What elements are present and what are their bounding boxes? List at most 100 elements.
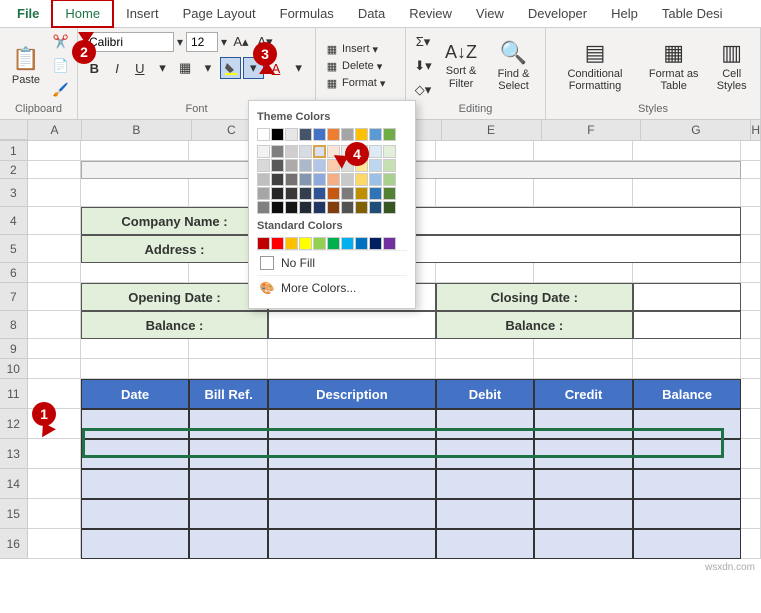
cell[interactable] <box>81 179 189 207</box>
cell[interactable] <box>81 359 189 379</box>
cell[interactable] <box>28 179 81 207</box>
theme-swatch[interactable] <box>285 145 298 158</box>
row-header[interactable]: 5 <box>0 235 28 263</box>
theme-swatch[interactable] <box>271 187 284 200</box>
data-cell[interactable] <box>268 529 436 559</box>
fill-button[interactable]: ⬇▾ <box>412 55 434 77</box>
sort-filter-button[interactable]: A↓Z Sort & Filter <box>438 31 484 101</box>
theme-swatch[interactable] <box>383 145 396 158</box>
cell[interactable] <box>534 339 633 359</box>
data-cell[interactable] <box>436 439 535 469</box>
theme-swatch[interactable] <box>271 201 284 214</box>
theme-swatch[interactable] <box>257 159 270 172</box>
col-balance[interactable]: Balance <box>633 379 741 409</box>
row-header[interactable]: 11 <box>0 379 28 409</box>
data-cell[interactable] <box>633 409 741 439</box>
theme-swatch[interactable] <box>369 173 382 186</box>
data-cell[interactable] <box>268 439 436 469</box>
standard-swatch[interactable] <box>299 237 312 250</box>
cell[interactable] <box>436 339 535 359</box>
col-debit[interactable]: Debit <box>436 379 535 409</box>
cell[interactable] <box>189 339 268 359</box>
cell[interactable] <box>741 141 761 161</box>
tab-page-layout[interactable]: Page Layout <box>171 1 268 26</box>
cell[interactable] <box>436 141 535 161</box>
standard-swatch[interactable] <box>327 237 340 250</box>
opening-label[interactable]: Opening Date : <box>81 283 268 311</box>
theme-swatch[interactable] <box>285 187 298 200</box>
col-H[interactable]: H <box>751 120 761 140</box>
cell[interactable] <box>28 339 81 359</box>
standard-swatch[interactable] <box>313 237 326 250</box>
cell[interactable] <box>28 263 81 283</box>
standard-swatch[interactable] <box>341 237 354 250</box>
data-cell[interactable] <box>436 469 535 499</box>
no-fill-item[interactable]: No Fill <box>257 250 407 275</box>
paste-button[interactable]: 📋 Paste <box>6 31 46 101</box>
address-label[interactable]: Address : <box>81 235 268 263</box>
row-header[interactable]: 13 <box>0 439 28 469</box>
find-select-button[interactable]: 🔍 Find & Select <box>488 31 539 101</box>
cell[interactable] <box>741 499 761 529</box>
data-cell[interactable] <box>436 409 535 439</box>
theme-swatch[interactable] <box>313 145 326 158</box>
theme-swatch[interactable] <box>327 128 340 141</box>
theme-swatch[interactable] <box>313 128 326 141</box>
tab-developer[interactable]: Developer <box>516 1 599 26</box>
data-cell[interactable] <box>534 409 633 439</box>
data-cell[interactable] <box>81 409 189 439</box>
data-cell[interactable] <box>268 499 436 529</box>
increase-font-button[interactable]: A▴ <box>230 31 252 53</box>
borders-dropdown[interactable]: ▾ <box>198 57 219 79</box>
format-as-table-button[interactable]: ▦ Format as Table <box>642 31 705 101</box>
row-header[interactable]: 10 <box>0 359 28 379</box>
theme-swatch[interactable] <box>285 173 298 186</box>
cell[interactable] <box>268 359 436 379</box>
underline-button[interactable]: U <box>129 57 150 79</box>
data-cell[interactable] <box>81 529 189 559</box>
cell[interactable] <box>633 339 741 359</box>
cell[interactable] <box>81 339 189 359</box>
cell[interactable] <box>534 179 633 207</box>
data-cell[interactable] <box>189 499 268 529</box>
tab-review[interactable]: Review <box>397 1 464 26</box>
balance-right-label[interactable]: Balance : <box>436 311 633 339</box>
cell[interactable] <box>741 263 761 283</box>
tab-help[interactable]: Help <box>599 1 650 26</box>
cell[interactable] <box>28 283 81 311</box>
data-cell[interactable] <box>633 529 741 559</box>
theme-swatch[interactable] <box>383 201 396 214</box>
select-all-corner[interactable] <box>0 120 28 140</box>
standard-swatch[interactable] <box>257 237 270 250</box>
font-name-input[interactable] <box>84 32 174 52</box>
row-header[interactable]: 2 <box>0 161 28 179</box>
theme-swatch[interactable] <box>313 159 326 172</box>
theme-swatch[interactable] <box>383 173 396 186</box>
cell-styles-button[interactable]: ▥ Cell Styles <box>709 31 754 101</box>
cell[interactable] <box>28 439 81 469</box>
row-header[interactable]: 16 <box>0 529 28 559</box>
company-label[interactable]: Company Name : <box>81 207 268 235</box>
cell[interactable] <box>741 161 761 179</box>
col-F[interactable]: F <box>542 120 642 140</box>
theme-swatch[interactable] <box>285 201 298 214</box>
data-cell[interactable] <box>633 439 741 469</box>
col-credit[interactable]: Credit <box>534 379 633 409</box>
cell[interactable] <box>741 379 761 409</box>
data-cell[interactable] <box>534 439 633 469</box>
cell[interactable] <box>28 469 81 499</box>
col-A[interactable]: A <box>28 120 82 140</box>
format-painter-button[interactable]: 🖌️ <box>50 79 72 101</box>
theme-swatch[interactable] <box>383 128 396 141</box>
theme-swatch[interactable] <box>355 173 368 186</box>
font-size-input[interactable] <box>186 32 218 52</box>
cell[interactable] <box>741 283 761 311</box>
theme-swatch[interactable] <box>299 173 312 186</box>
data-cell[interactable] <box>189 529 268 559</box>
theme-swatch[interactable] <box>299 145 312 158</box>
tab-view[interactable]: View <box>464 1 516 26</box>
theme-swatch[interactable] <box>257 187 270 200</box>
theme-swatch[interactable] <box>299 187 312 200</box>
row-header[interactable]: 9 <box>0 339 28 359</box>
theme-swatch[interactable] <box>369 159 382 172</box>
